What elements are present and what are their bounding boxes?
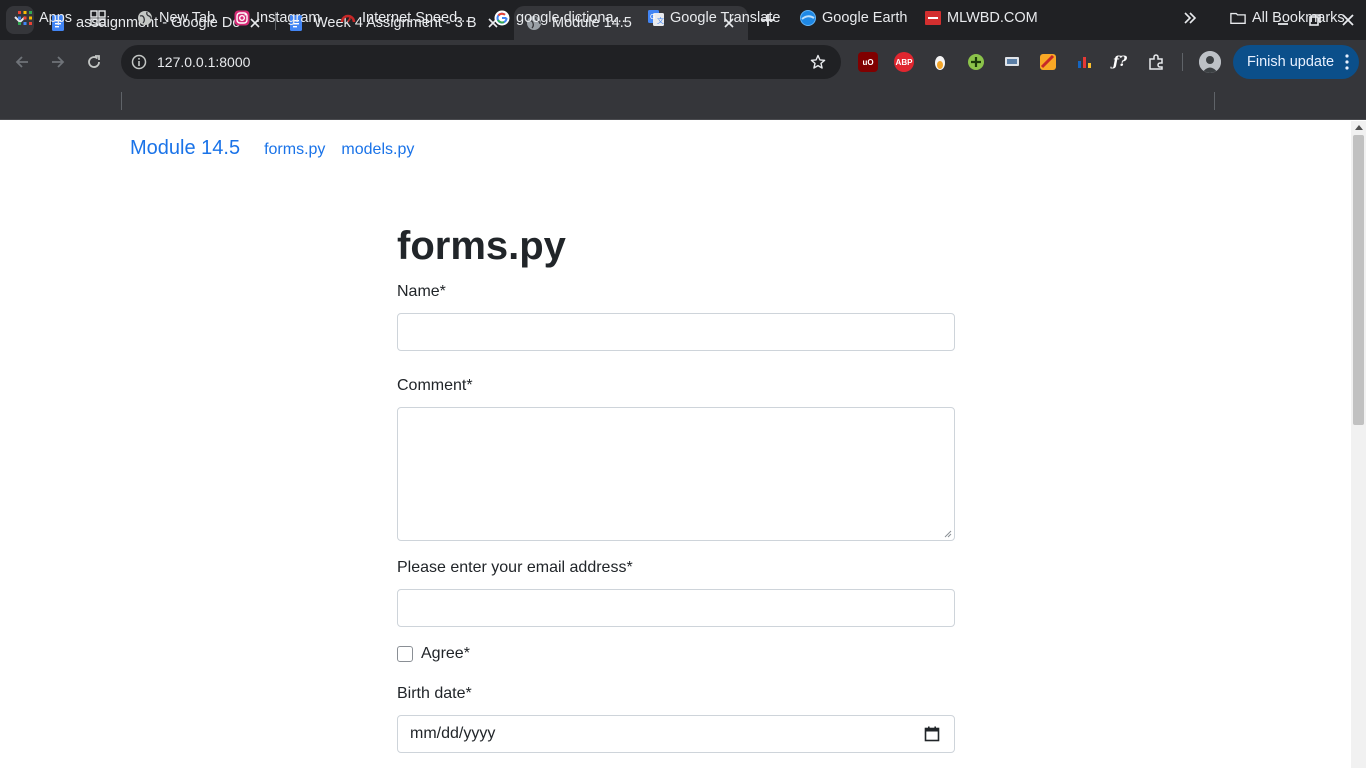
- bookmark-tab-groups[interactable]: [90, 7, 112, 29]
- bookmark-google-dictionary[interactable]: google dictiona...: [494, 7, 626, 29]
- email-input[interactable]: [397, 589, 955, 627]
- bookmark-mlwbd[interactable]: MLWBD.COM: [925, 7, 1038, 29]
- bookmark-label: Instagram: [256, 10, 321, 26]
- puzzle-extensions-icon[interactable]: [1146, 52, 1166, 72]
- chevron-double-right-icon: [1182, 10, 1198, 26]
- name-input[interactable]: [397, 313, 955, 351]
- bookmarks-overflow-button[interactable]: [1182, 7, 1204, 29]
- bookmark-label: Internet Speed...: [362, 10, 470, 26]
- arrow-right-icon: [52, 56, 65, 68]
- browser-toolbar: 127.0.0.1:8000 uO ABP ƒ? Finish update: [0, 40, 1366, 84]
- speedometer-icon: [340, 10, 356, 26]
- bookmark-google-earth[interactable]: Google Earth: [800, 7, 907, 29]
- calendar-icon[interactable]: [924, 726, 940, 742]
- tab-groups-icon: [90, 10, 106, 26]
- page-content: Module 14.5 forms.py models.py forms.py …: [0, 121, 1351, 768]
- birth-date-label: Birth date*: [397, 685, 472, 702]
- svg-text:文: 文: [657, 16, 664, 25]
- finish-update-label: Finish update: [1247, 54, 1335, 70]
- forward-button[interactable]: [46, 50, 70, 74]
- scroll-thumb[interactable]: [1353, 135, 1364, 425]
- mlwbd-icon: [925, 10, 941, 26]
- bookmark-apps[interactable]: Apps: [17, 7, 72, 29]
- adblock-plus-icon[interactable]: ABP: [894, 52, 914, 72]
- site-info-icon[interactable]: [124, 54, 154, 70]
- nav-link-models[interactable]: models.py: [341, 141, 414, 159]
- name-label: Name*: [397, 283, 446, 300]
- extension-icon[interactable]: [966, 52, 986, 72]
- google-earth-icon: [800, 10, 816, 26]
- arrow-left-icon: [15, 56, 28, 68]
- extension-icon[interactable]: [930, 52, 950, 72]
- bookmark-label: Apps: [39, 10, 73, 26]
- reload-button[interactable]: [82, 50, 106, 74]
- reload-icon: [88, 55, 100, 68]
- ublock-origin-icon[interactable]: uO: [858, 52, 878, 72]
- comment-textarea[interactable]: [397, 407, 955, 541]
- page-title: forms.py: [397, 224, 566, 268]
- page-scrollbar[interactable]: [1351, 121, 1366, 768]
- bookmark-label: MLWBD.COM: [947, 10, 1038, 26]
- nav-link-forms[interactable]: forms.py: [264, 141, 325, 159]
- extension-icon[interactable]: [1074, 52, 1094, 72]
- navbar-brand[interactable]: Module 14.5: [130, 137, 240, 160]
- bookmark-label: Google Earth: [822, 10, 908, 26]
- instagram-icon: [234, 10, 250, 26]
- finish-update-button[interactable]: Finish update: [1233, 45, 1359, 79]
- bookmarks-separator: [1214, 92, 1215, 110]
- bookmark-label: google dictiona...: [516, 10, 626, 26]
- scroll-up-arrow-icon[interactable]: [1355, 125, 1363, 130]
- all-bookmarks-button[interactable]: All Bookmarks: [1230, 7, 1345, 29]
- all-bookmarks-label: All Bookmarks: [1252, 10, 1345, 26]
- extension-icon[interactable]: [1002, 52, 1022, 72]
- address-bar[interactable]: 127.0.0.1:8000: [121, 45, 841, 79]
- comment-form: forms.py Name* Comment* Please enter you…: [397, 222, 955, 753]
- bookmark-new-tab[interactable]: New Tab: [137, 7, 215, 29]
- date-placeholder: mm/dd/yyyy: [410, 725, 496, 742]
- agree-label[interactable]: Agree*: [421, 642, 470, 666]
- more-vert-icon[interactable]: [1345, 54, 1349, 74]
- bookmarks-bar: [0, 84, 1366, 120]
- bookmark-instagram[interactable]: Instagram: [234, 7, 320, 29]
- bookmark-google-translate[interactable]: G文 Google Translate: [648, 7, 780, 29]
- email-label: Please enter your email address*: [397, 559, 633, 576]
- site-navbar: Module 14.5 forms.py models.py: [130, 137, 430, 160]
- google-icon: [494, 10, 510, 26]
- bookmark-internet-speed[interactable]: Internet Speed...: [340, 7, 469, 29]
- agree-checkbox[interactable]: [397, 646, 413, 662]
- globe-icon: [137, 10, 153, 26]
- agree-row: Agree*: [397, 642, 955, 666]
- birth-date-input[interactable]: mm/dd/yyyy: [397, 715, 955, 753]
- apps-grid-icon: [17, 10, 33, 26]
- bookmark-label: New Tab: [159, 10, 216, 26]
- folder-icon: [1230, 10, 1246, 26]
- url-text[interactable]: 127.0.0.1:8000: [157, 54, 803, 70]
- svg-text:G: G: [650, 14, 655, 21]
- toolbar-separator: [1182, 53, 1183, 71]
- bookmark-star-icon[interactable]: [803, 54, 833, 70]
- profile-avatar[interactable]: [1199, 51, 1221, 73]
- bookmark-label: Google Translate: [670, 10, 781, 26]
- comment-label: Comment*: [397, 377, 473, 394]
- back-button[interactable]: [10, 50, 34, 74]
- bookmarks-separator: [121, 92, 122, 110]
- resize-handle-icon[interactable]: [944, 530, 952, 538]
- google-translate-icon: G文: [648, 10, 664, 26]
- formula-extension-icon[interactable]: ƒ?: [1110, 52, 1130, 72]
- extension-icon[interactable]: [1038, 52, 1058, 72]
